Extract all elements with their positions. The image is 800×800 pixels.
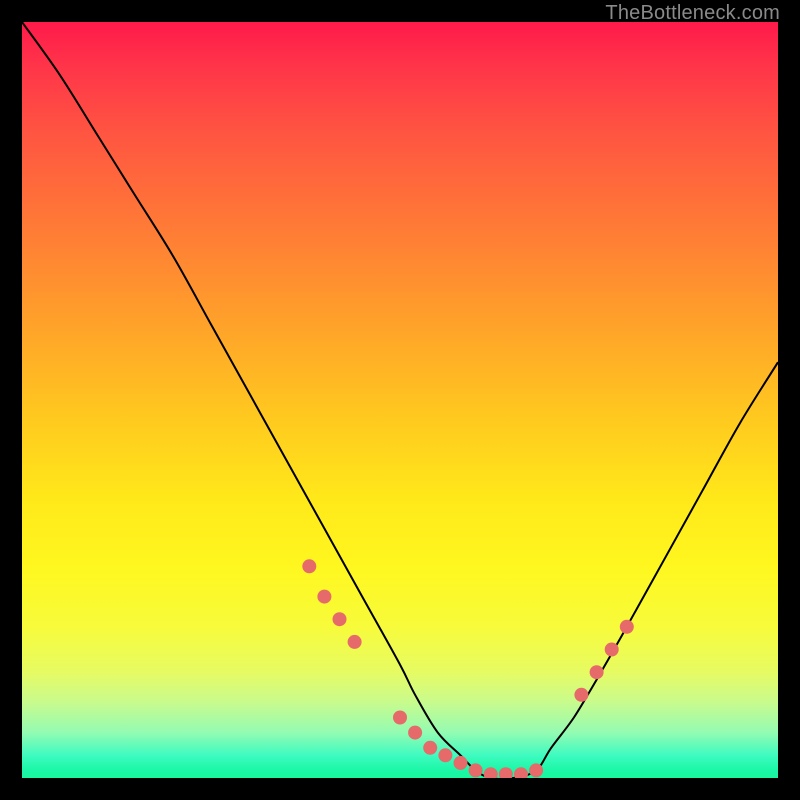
highlight-dot xyxy=(317,590,331,604)
highlight-dot xyxy=(302,559,316,573)
highlight-dot xyxy=(408,726,422,740)
highlight-dot xyxy=(620,620,634,634)
bottleneck-curve xyxy=(22,22,778,778)
highlight-dot xyxy=(438,748,452,762)
highlight-dot xyxy=(605,643,619,657)
highlight-dot xyxy=(423,741,437,755)
plot-area xyxy=(22,22,778,778)
highlight-dot xyxy=(484,767,498,778)
highlight-dot xyxy=(469,763,483,777)
highlight-dot xyxy=(574,688,588,702)
chart-svg xyxy=(22,22,778,778)
highlight-dot xyxy=(333,612,347,626)
chart-container: TheBottleneck.com xyxy=(0,0,800,800)
highlight-dot xyxy=(454,756,468,770)
highlight-dot xyxy=(499,767,513,778)
highlight-dot xyxy=(529,763,543,777)
highlight-dots xyxy=(302,559,634,778)
highlight-dot xyxy=(393,711,407,725)
highlight-dot xyxy=(590,665,604,679)
highlight-dot xyxy=(514,767,528,778)
highlight-dot xyxy=(348,635,362,649)
